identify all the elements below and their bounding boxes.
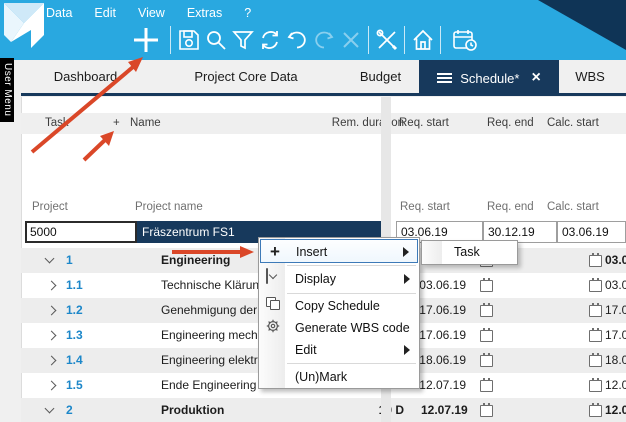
plus-icon: + [267,244,283,260]
col-req-end[interactable]: Req. end [487,113,534,134]
search-icon[interactable] [202,23,229,57]
tab-menu-icon[interactable] [437,73,452,84]
tab-project-core-data[interactable]: Project Core Data [150,60,342,93]
tab-budget[interactable]: Budget [342,60,419,93]
menu-bar: Data Edit View Extras ? [46,4,251,22]
project-id-cell[interactable]: 5000 [25,221,137,243]
label-calc-start: Calc. start [547,201,599,213]
submenu-item-task[interactable]: Task [454,241,480,264]
add-column-button[interactable]: + [113,113,120,134]
menu-separator [287,265,416,266]
menu-edit[interactable]: Edit [94,4,116,22]
col-req-start[interactable]: Req. start [399,113,449,134]
user-menu-bar[interactable]: User Menu [0,58,14,122]
menu-help[interactable]: ? [244,4,251,22]
app-logo [3,2,45,56]
label-project: Project [32,201,68,213]
menu-item-generate-wbs-code[interactable]: Generate WBS code [260,317,418,339]
tab-dashboard[interactable]: Dashboard [21,60,150,93]
calendar-icon[interactable] [480,405,493,417]
refresh-icon[interactable] [256,23,283,57]
tab-close-icon[interactable]: × [531,71,540,85]
delete-icon [337,23,364,57]
menu-data[interactable]: Data [46,4,72,22]
submenu-arrow-icon [403,247,409,257]
display-icon [266,268,268,284]
col-calc-start[interactable]: Calc. start [547,113,599,134]
tools-icon[interactable] [373,23,400,57]
col-name[interactable]: Name [130,113,161,134]
calendar-icon[interactable] [589,380,602,392]
tab-wbs[interactable]: WBS [559,60,621,93]
menu-item-edit[interactable]: Edit [260,339,418,361]
toolbar-divider [368,26,369,54]
chevron-right-icon[interactable] [47,331,57,341]
calendar-icon[interactable] [589,330,602,342]
calendar-icon[interactable] [589,355,602,367]
toolbar-divider [170,26,171,54]
chevron-right-icon[interactable] [47,356,57,366]
home-icon[interactable] [409,23,436,57]
submenu-arrow-icon [404,345,410,355]
calendar-icon[interactable] [589,255,602,267]
undo-icon[interactable] [283,23,310,57]
chevron-down-icon[interactable] [45,254,55,264]
chevron-down-icon[interactable] [45,404,55,414]
project-calc-start-cell[interactable]: 03.06.19 [557,221,626,243]
calendar-icon[interactable] [480,380,493,392]
label-project-name: Project name [135,201,203,213]
top-toolbar: Data Edit View Extras ? [0,0,626,60]
calendar-icon[interactable] [589,405,602,417]
redo-icon [310,23,337,57]
grid-header: Task + Name Rem. duration Req. start Req… [21,113,626,134]
menu-item-display[interactable]: Display [260,267,418,291]
add-button[interactable] [126,23,166,57]
calendar-icon[interactable] [589,280,602,292]
toolbar [126,22,485,58]
context-menu: + Insert Display Copy Schedule Generate … [258,237,420,389]
toolbar-divider [440,26,441,54]
chevron-right-icon[interactable] [47,306,57,316]
submenu-arrow-icon [404,274,410,284]
table-row[interactable]: 2 Produktion 10 D 12.07.19 12.07.19 [21,398,626,422]
label-req-end: Req. end [487,201,534,213]
toolbar-divider [404,26,405,54]
tab-bar: Dashboard Project Core Data Budget Sched… [21,60,626,93]
chevron-right-icon[interactable] [47,381,57,391]
app-window: Data Edit View Extras ? [0,0,626,422]
calendar-icon[interactable] [480,305,493,317]
tab-schedule[interactable]: Schedule* × [419,60,559,96]
menu-separator [287,293,416,294]
menu-item-unmark[interactable]: (Un)Mark [260,365,418,389]
schedule-icon[interactable] [445,23,485,57]
gear-icon [266,322,280,336]
calendar-icon[interactable] [480,280,493,292]
menu-separator [287,363,416,364]
corner-decoration [538,0,626,50]
insert-submenu: Task [421,240,518,265]
calendar-icon[interactable] [480,330,493,342]
calendar-icon[interactable] [589,305,602,317]
save-icon[interactable] [175,23,202,57]
filter-icon[interactable] [229,23,256,57]
menu-extras[interactable]: Extras [187,4,222,22]
chevron-right-icon[interactable] [47,281,57,291]
calendar-icon[interactable] [480,355,493,367]
menu-item-copy-schedule[interactable]: Copy Schedule [260,295,418,317]
col-task[interactable]: Task [45,113,69,134]
label-req-start: Req. start [400,201,450,213]
menu-item-insert[interactable]: + Insert [260,239,418,263]
submenu-gutter [422,241,442,264]
menu-view[interactable]: View [138,4,165,22]
